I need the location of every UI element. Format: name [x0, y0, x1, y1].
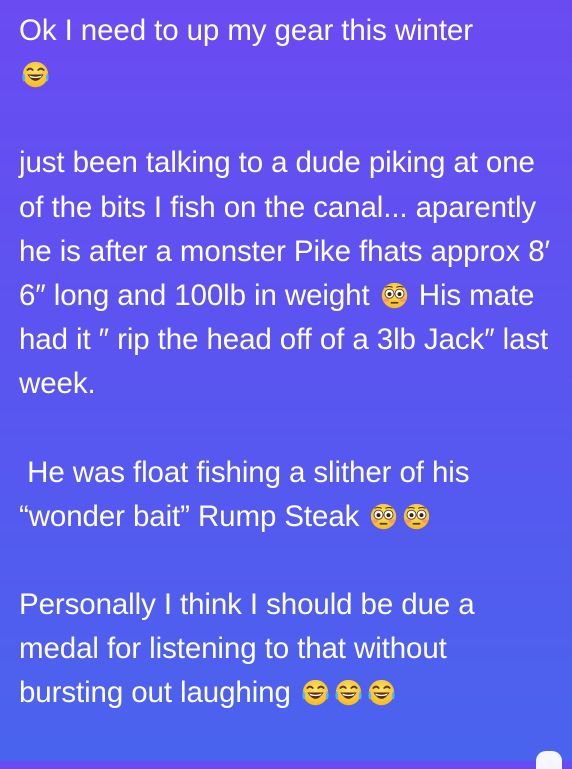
- message-paragraph-2: just been talking to a dude piking at on…: [19, 141, 554, 406]
- message-text-4: Personally I think I should be due a med…: [19, 588, 475, 709]
- paragraph-gap: [19, 407, 554, 451]
- laugh-emoji-icon: [367, 678, 396, 707]
- laugh-emoji-icon: [301, 678, 330, 707]
- message-paragraph-3: He was float fishing a slither of his “w…: [19, 451, 554, 539]
- paragraph-gap: [19, 97, 554, 141]
- flushed-emoji-icon: [380, 281, 409, 310]
- paragraph-gap: [19, 539, 554, 583]
- message-paragraph-4: Personally I think I should be due a med…: [19, 583, 554, 716]
- flushed-emoji-icon: [402, 502, 431, 531]
- laugh-emoji-icon: [334, 678, 363, 707]
- message-line-1: Ok I need to up my gear this winter: [19, 14, 473, 47]
- message-paragraph-1: Ok I need to up my gear this winter: [19, 9, 554, 97]
- flushed-emoji-icon: [369, 502, 398, 531]
- laugh-emoji-icon: [21, 60, 50, 89]
- message-bubble[interactable]: Ok I need to up my gear this winter just…: [0, 0, 572, 761]
- reaction-badge-edge[interactable]: [536, 751, 562, 769]
